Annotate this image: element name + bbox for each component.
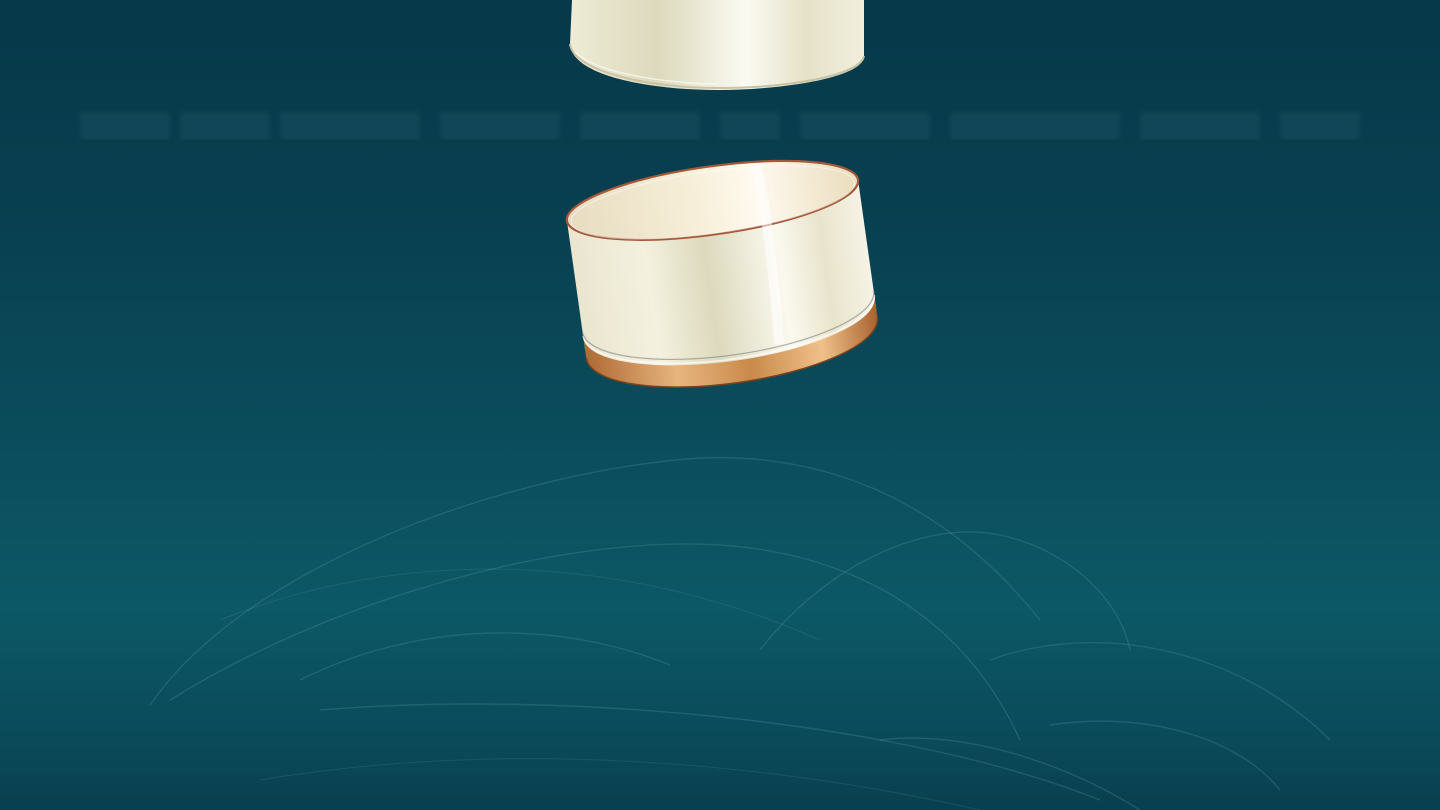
hero-stage [0,0,1440,810]
jar-base-icon [565,159,879,388]
product-illustration [565,0,879,388]
jar-lid-icon [569,0,865,90]
